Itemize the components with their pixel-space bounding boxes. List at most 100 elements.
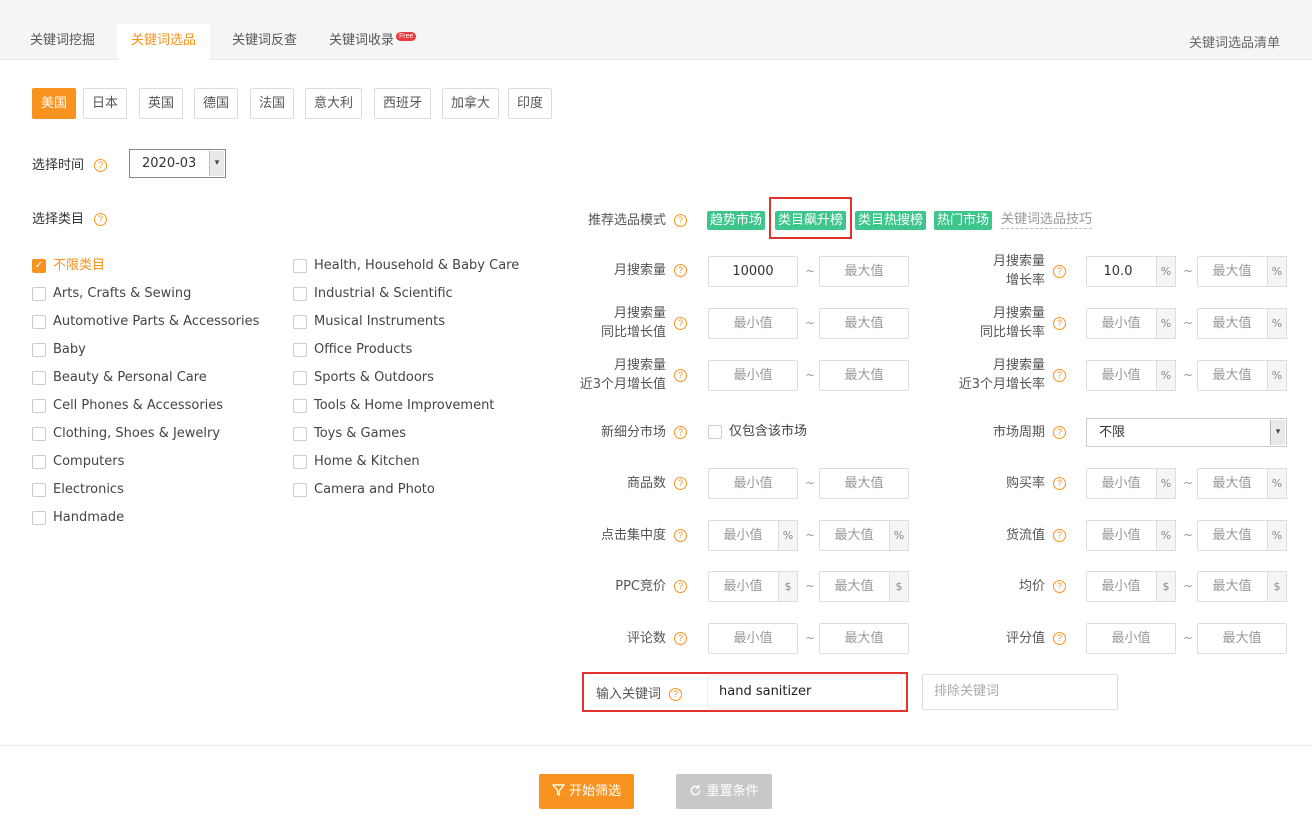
help-icon[interactable]: ?: [674, 477, 687, 490]
country-it[interactable]: 意大利: [305, 88, 362, 119]
help-icon[interactable]: ?: [1053, 316, 1066, 330]
tab-keyword-index[interactable]: 关键词收录 Free: [315, 24, 430, 60]
category-item[interactable]: Musical Instruments: [293, 313, 445, 331]
help-icon[interactable]: ?: [94, 213, 108, 226]
mode-hot-market[interactable]: 热门市场: [934, 211, 993, 230]
country-jp[interactable]: 日本: [83, 88, 127, 119]
country-uk[interactable]: 英国: [139, 88, 183, 119]
avg-price-min-input[interactable]: 最小值 $: [1086, 571, 1176, 602]
time-select[interactable]: 2020-03 ▾: [129, 149, 226, 178]
tab-keyword-mining[interactable]: 关键词挖掘: [16, 24, 109, 60]
gmv-min-input[interactable]: 最小值%: [1086, 520, 1176, 551]
market-cycle-select[interactable]: 不限 ▾: [1086, 418, 1287, 447]
ppc-min-input[interactable]: 最小值 $: [708, 571, 798, 602]
category-item[interactable]: Tools & Home Improvement: [293, 397, 494, 415]
tab-keyword-reverse[interactable]: 关键词反查: [218, 24, 311, 60]
help-icon[interactable]: ?: [94, 159, 108, 172]
mode-category-hot-search[interactable]: 类目热搜榜: [855, 211, 927, 230]
product-count-min-input[interactable]: 最小值: [708, 468, 798, 499]
category-item[interactable]: Industrial & Scientific: [293, 285, 453, 303]
gmv-max-input[interactable]: 最大值%: [1197, 520, 1287, 551]
checkbox-icon: [32, 287, 46, 301]
rating-min-input[interactable]: 最小值: [1086, 623, 1176, 654]
reset-button[interactable]: 重置条件: [676, 774, 772, 809]
click-conc-min-input[interactable]: 最小值%: [708, 520, 798, 551]
help-icon[interactable]: ?: [674, 368, 687, 382]
category-item[interactable]: Toys & Games: [293, 425, 406, 443]
help-icon[interactable]: ?: [1053, 529, 1066, 542]
checkbox-icon: [293, 287, 307, 301]
category-item[interactable]: Electronics: [32, 481, 124, 499]
help-icon[interactable]: ?: [674, 264, 687, 277]
gmv-label: 货流值: [1005, 528, 1045, 543]
rating-max-input[interactable]: 最大值: [1197, 623, 1287, 654]
country-in[interactable]: 印度: [508, 88, 552, 119]
country-es[interactable]: 西班牙: [374, 88, 431, 119]
category-item[interactable]: Handmade: [32, 509, 124, 527]
country-fr[interactable]: 法国: [250, 88, 294, 119]
help-icon[interactable]: ?: [674, 316, 687, 330]
category-item[interactable]: Home & Kitchen: [293, 453, 420, 471]
q3-rate-max-input[interactable]: 最大值%: [1197, 360, 1287, 391]
help-icon[interactable]: ?: [674, 632, 687, 645]
keyword-input[interactable]: hand sanitizer: [707, 675, 902, 709]
market-cycle-value: 不限: [1099, 425, 1126, 440]
category-item[interactable]: Baby: [32, 341, 86, 359]
mode-trend-market[interactable]: 趋势市场: [707, 211, 766, 230]
yoy-rate-min-input[interactable]: 最小值%: [1086, 308, 1176, 339]
selection-tips-link[interactable]: 关键词选品技巧: [1001, 211, 1093, 229]
reviews-min-input[interactable]: 最小值: [708, 623, 798, 654]
growth-rate-max-value: 最大值: [1212, 264, 1252, 279]
country-ca[interactable]: 加拿大: [442, 88, 499, 119]
tab-keyword-selection[interactable]: 关键词选品: [117, 24, 211, 60]
category-item[interactable]: Beauty & Personal Care: [32, 369, 207, 387]
help-icon[interactable]: ?: [674, 529, 687, 542]
category-item[interactable]: Cell Phones & Accessories: [32, 397, 223, 415]
help-icon[interactable]: ?: [674, 214, 687, 227]
category-item[interactable]: Office Products: [293, 341, 412, 359]
search-volume-min-input[interactable]: 10000: [708, 256, 798, 287]
q3-value-min-input[interactable]: 最小值: [708, 360, 798, 391]
country-us[interactable]: 美国: [32, 88, 76, 119]
help-icon[interactable]: ?: [1053, 580, 1066, 593]
ppc-min-value: 最小值: [723, 579, 763, 594]
category-all[interactable]: ✓ 不限类目: [32, 257, 105, 275]
category-item[interactable]: Sports & Outdoors: [293, 369, 434, 387]
country-de[interactable]: 德国: [194, 88, 238, 119]
chevron-down-icon: ▾: [1270, 420, 1285, 445]
help-icon[interactable]: ?: [1053, 264, 1066, 278]
category-item-label: Home & Kitchen: [314, 454, 420, 469]
category-item[interactable]: Camera and Photo: [293, 481, 435, 499]
q3-rate-min-input[interactable]: 最小值%: [1086, 360, 1176, 391]
range-tilde: ~: [1183, 528, 1194, 542]
help-icon[interactable]: ?: [674, 426, 687, 439]
growth-rate-min-input[interactable]: 10.0%: [1086, 256, 1176, 287]
help-icon[interactable]: ?: [1053, 477, 1066, 490]
yoy-value-label-line2: 同比增长值: [600, 325, 666, 340]
help-icon[interactable]: ?: [1053, 368, 1066, 382]
purchase-rate-min-input[interactable]: 最小值%: [1086, 468, 1176, 499]
percent-unit: %: [1156, 468, 1176, 499]
category-item[interactable]: Clothing, Shoes & Jewelry: [32, 425, 220, 443]
checkbox-icon: [32, 427, 46, 441]
yoy-value-min-input[interactable]: 最小值: [708, 308, 798, 339]
help-icon[interactable]: ?: [1053, 632, 1066, 645]
category-item[interactable]: Arts, Crafts & Sewing: [32, 285, 191, 303]
yoy-rate-max-input[interactable]: 最大值%: [1197, 308, 1287, 339]
category-item-label: Sports & Outdoors: [314, 370, 434, 385]
start-filter-button[interactable]: 开始筛选: [539, 774, 634, 809]
avg-price-max-input[interactable]: 最大值 $: [1197, 571, 1287, 602]
new-market-checkbox[interactable]: 仅包含该市场: [708, 423, 807, 441]
help-icon[interactable]: ?: [1053, 426, 1066, 439]
purchase-rate-max-input[interactable]: 最大值%: [1197, 468, 1287, 499]
category-item[interactable]: Computers: [32, 453, 124, 471]
checkbox-icon: [293, 483, 307, 497]
exclude-keyword-input[interactable]: 排除关键词: [922, 674, 1118, 710]
category-item[interactable]: Health, Household & Baby Care: [293, 257, 519, 275]
help-icon[interactable]: ?: [674, 580, 687, 593]
help-icon[interactable]: ?: [669, 688, 683, 701]
growth-rate-label-row: 月搜索量 增长率?: [866, 252, 1066, 290]
selection-list-link[interactable]: 关键词选品清单: [1189, 32, 1280, 51]
category-item[interactable]: Automotive Parts & Accessories: [32, 313, 259, 331]
growth-rate-max-input[interactable]: 最大值%: [1197, 256, 1287, 287]
